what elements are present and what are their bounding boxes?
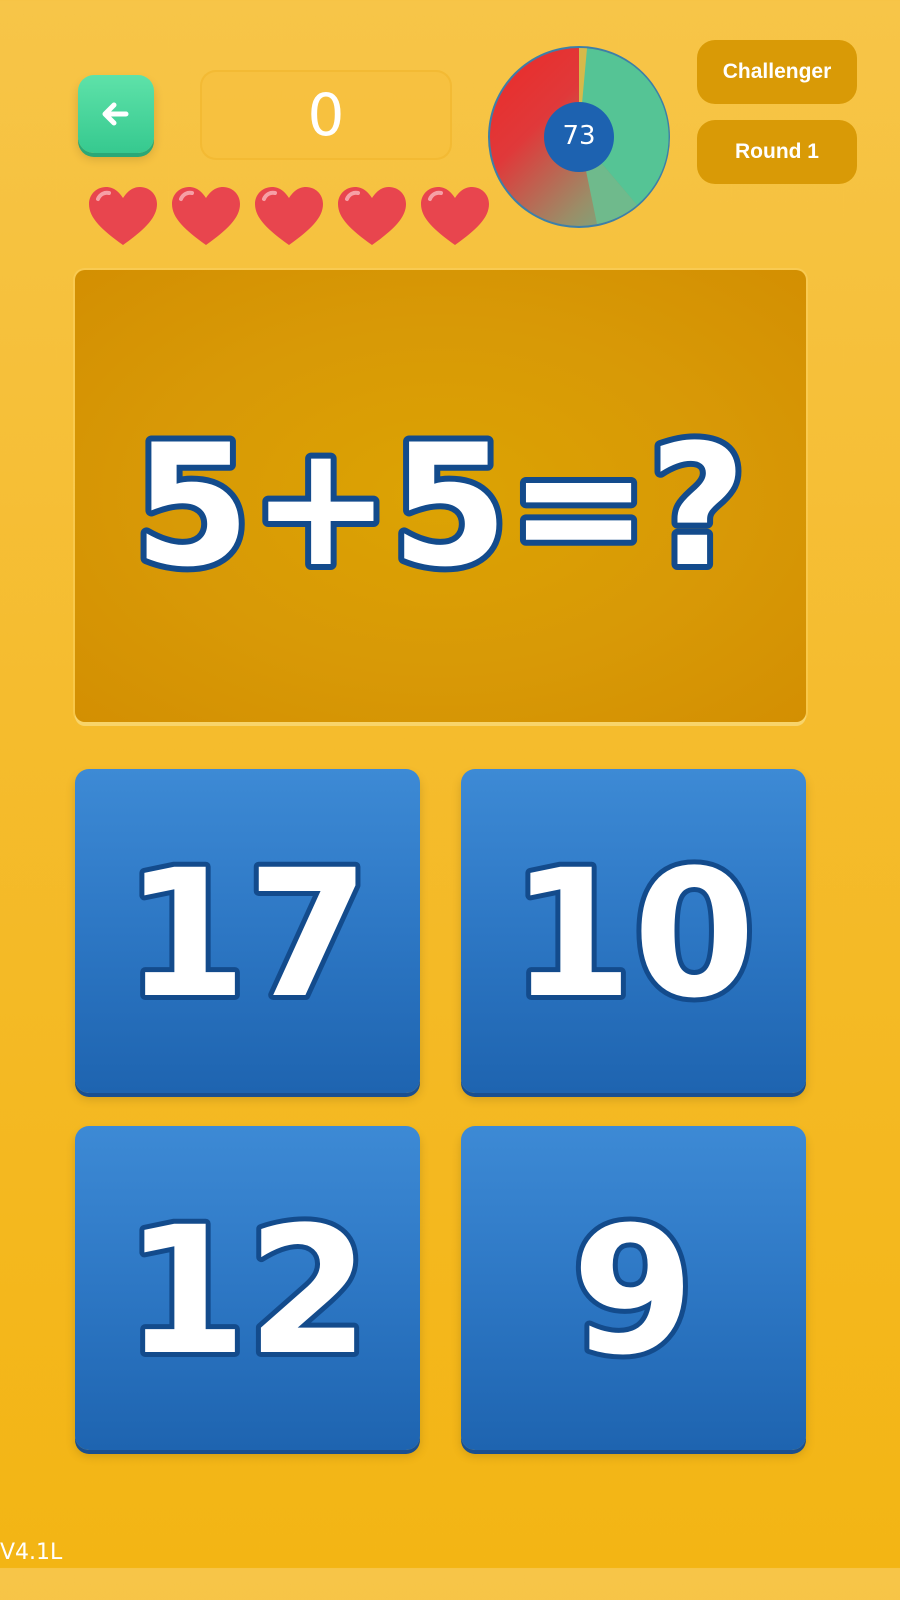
score-value: 0 [307, 81, 345, 149]
version-label: V4.1L [0, 1540, 63, 1565]
answer-option-2[interactable]: 10 [461, 769, 806, 1093]
answer-option-4[interactable]: 9 [461, 1126, 806, 1450]
mode-badge: Challenger [697, 40, 857, 104]
arrow-left-icon [102, 102, 129, 126]
round-badge: Round 1 [697, 120, 857, 184]
answer-label: 10 [511, 832, 756, 1037]
heart-icon [338, 187, 406, 245]
score-display: 0 [200, 70, 452, 160]
answer-label: 17 [125, 832, 370, 1037]
heart-icon [172, 187, 240, 245]
heart-icon [89, 187, 157, 245]
heart-icon [421, 187, 489, 245]
timer-value: 73 [562, 121, 596, 151]
answer-label: 9 [572, 1189, 694, 1394]
answer-option-1[interactable]: 17 [75, 769, 420, 1093]
answer-option-3[interactable]: 12 [75, 1126, 420, 1450]
back-button[interactable] [78, 75, 154, 153]
question-card: 5+5=? [75, 270, 806, 722]
lives-indicator [86, 185, 496, 249]
answer-label: 12 [125, 1189, 370, 1394]
question-text: 5+5=? [134, 408, 747, 604]
heart-icon [255, 187, 323, 245]
